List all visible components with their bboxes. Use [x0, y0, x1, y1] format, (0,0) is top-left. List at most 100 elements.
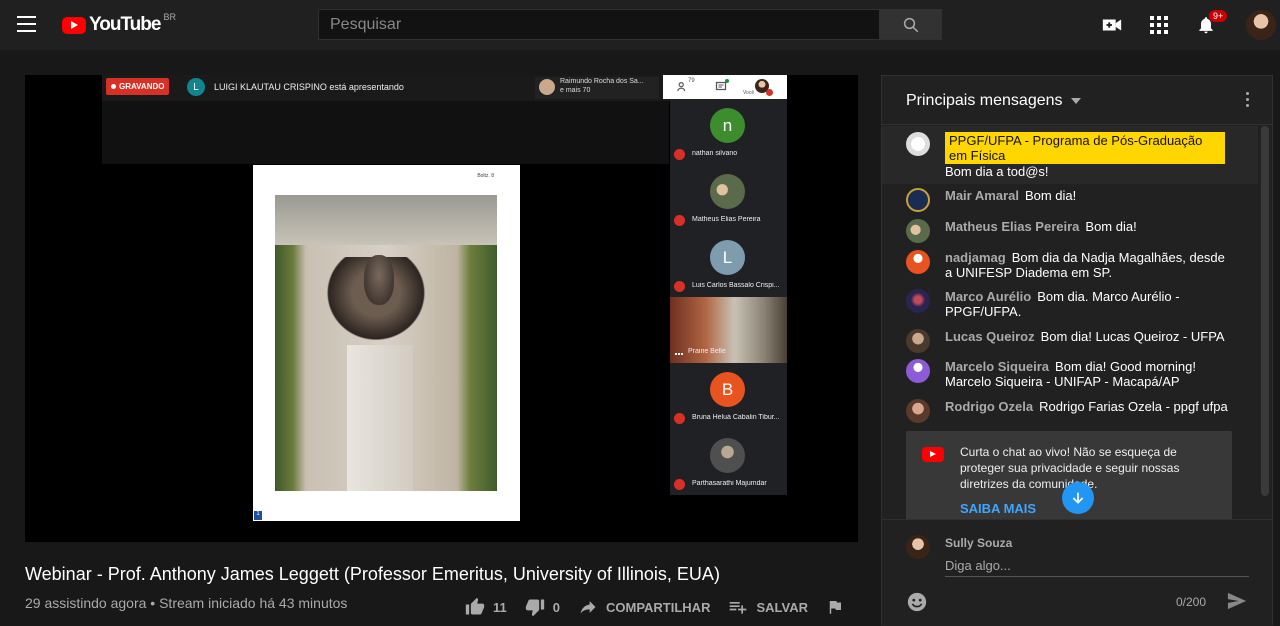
account-avatar[interactable]: [1246, 10, 1276, 40]
notification-badge: 9+: [1209, 10, 1228, 22]
apps-grid-icon: [1150, 16, 1168, 34]
message-avatar: [906, 188, 930, 212]
photo-sky: [275, 195, 497, 245]
dislike-button[interactable]: 0: [525, 597, 560, 617]
message-text: Bom dia a tod@s!: [945, 164, 1049, 179]
search-icon: [903, 17, 918, 32]
mic-off-icon: [674, 215, 685, 226]
message-avatar: [906, 219, 930, 243]
bust-head: [364, 255, 394, 305]
message-author: nadjamag: [945, 250, 1006, 265]
chat-active-dot-icon: [725, 79, 729, 83]
more-options-icon[interactable]: [1246, 92, 1250, 108]
message-author: Mair Amaral: [945, 188, 1019, 203]
participant-tile: L Luis Carlos Bassalo Crispi...: [670, 231, 787, 297]
thumbs-down-icon: [525, 599, 544, 617]
create-video-button[interactable]: [1100, 13, 1124, 37]
my-avatar: [906, 535, 930, 559]
message-text: Bom dia! Lucas Queiroz - UFPA: [1040, 329, 1225, 344]
mic-off-icon: [674, 149, 685, 160]
search-input[interactable]: [318, 9, 880, 40]
char-count: 0/200: [1176, 595, 1207, 609]
participant-avatar-photo: [710, 438, 745, 473]
video-title: Webinar - Prof. Anthony James Leggett (P…: [25, 564, 720, 584]
message-text: Bom dia!: [1085, 219, 1137, 234]
youtube-logo[interactable]: YouTube BR: [62, 12, 176, 36]
mic-off-icon: [674, 479, 685, 490]
logo-text: YouTube: [89, 14, 161, 35]
learn-more-link[interactable]: SAIBA MAIS: [960, 501, 1036, 516]
caret-down-icon: [1070, 98, 1081, 104]
like-count: 11: [493, 599, 507, 615]
recording-badge: GRAVANDO: [106, 78, 170, 95]
meet-controls: 79 Você: [663, 75, 787, 99]
send-button[interactable]: [1226, 591, 1250, 613]
apps-button[interactable]: [1147, 13, 1171, 37]
video-player[interactable]: GRAVANDO L LUIGI KLAUTAU CRISPINO está a…: [25, 75, 858, 542]
youtube-play-icon: [62, 16, 86, 34]
like-button[interactable]: 11: [465, 597, 507, 617]
participant-avatar: B: [710, 372, 745, 407]
chat-input-area: Sully Souza 0/200: [882, 519, 1272, 626]
record-dot-icon: [111, 84, 116, 89]
message-author: Rodrigo Ozela: [945, 399, 1034, 414]
send-icon: [1227, 592, 1247, 610]
participant-name: nathan silvano: [692, 150, 738, 157]
participant-avatar: L: [710, 240, 745, 275]
mic-off-icon: [674, 281, 685, 292]
share-button[interactable]: COMPARTILHAR: [578, 597, 710, 617]
hamburger-menu-icon[interactable]: [17, 16, 36, 32]
participant-avatar-photo: [710, 174, 745, 209]
slide-number: 1: [254, 511, 262, 520]
video-meta: 29 assistindo agora • Stream iniciado há…: [25, 595, 348, 611]
participant-name: Matheus Elias Pereira: [692, 216, 761, 223]
message-text: Rodrigo Farias Ozela - ppgf ufpa: [1039, 399, 1228, 414]
my-name: Sully Souza: [945, 536, 1013, 550]
participants-line-2: e mais 70: [560, 87, 591, 94]
participant-count: 79: [688, 78, 695, 84]
message-text: Bom dia!: [1024, 188, 1077, 203]
participant-tile: n nathan silvano: [670, 99, 787, 165]
participant-mini-avatar: [539, 79, 555, 95]
presentation-top-area: [102, 101, 669, 164]
report-button[interactable]: [826, 598, 844, 616]
chat-scrollbar[interactable]: [1261, 126, 1269, 496]
search-button[interactable]: [880, 9, 942, 40]
message-author: PPGF/UFPA - Programa de Pós-Graduação em…: [945, 132, 1225, 164]
message-avatar: [906, 329, 930, 353]
message-author: Matheus Elias Pereira: [945, 219, 1080, 234]
share-arrow-icon: [580, 601, 596, 614]
save-label: SALVAR: [756, 599, 808, 615]
participant-name: Bruna Heluá Cabalin Tibur...: [692, 414, 780, 421]
speaking-indicator-icon: [675, 349, 683, 355]
chat-mode-dropdown[interactable]: Principais mensagens: [906, 92, 1081, 110]
participants-line-1: Raimundo Rocha dos Sa...: [560, 78, 644, 85]
logo-country: BR: [163, 12, 176, 22]
dislike-count: 0: [552, 599, 560, 615]
scroll-to-bottom-button[interactable]: [1062, 482, 1094, 514]
self-label: Você: [743, 90, 755, 96]
chat-header: Principais mensagens: [882, 76, 1272, 125]
notice-text: Curta o chat ao vivo! Não se esqueça de …: [960, 445, 1180, 491]
participants-preview: Raimundo Rocha dos Sa... e mais 70: [535, 77, 659, 99]
participant-name: Luis Carlos Bassalo Crispi...: [692, 282, 780, 289]
flag-icon: [829, 601, 841, 614]
message-avatar: [906, 132, 930, 156]
message-avatar: [906, 289, 930, 313]
live-chat: Principais mensagens PPGF/UFPA - Program…: [881, 75, 1273, 626]
smiley-icon: [907, 592, 927, 612]
memorial-pedestal: [347, 345, 413, 491]
playlist-add-icon: [730, 602, 747, 614]
self-mic-off-icon: [766, 89, 773, 96]
video-actions: 11 0 COMPARTILHAR SALVAR: [465, 597, 862, 617]
save-button[interactable]: SALVAR: [728, 597, 808, 617]
participant-tile: Parthasarathi Majumdar: [670, 429, 787, 495]
message-author: Marco Aurélio: [945, 289, 1032, 304]
message-author: Lucas Queiroz: [945, 329, 1035, 344]
participant-tile: Matheus Elias Pereira: [670, 165, 787, 231]
boltzmann-memorial-photo: [275, 195, 497, 491]
emoji-button[interactable]: [906, 591, 928, 613]
participant-name: Prairie Belle: [688, 348, 726, 355]
chat-message-input[interactable]: [945, 555, 1249, 577]
thumbs-up-icon: [465, 597, 485, 615]
